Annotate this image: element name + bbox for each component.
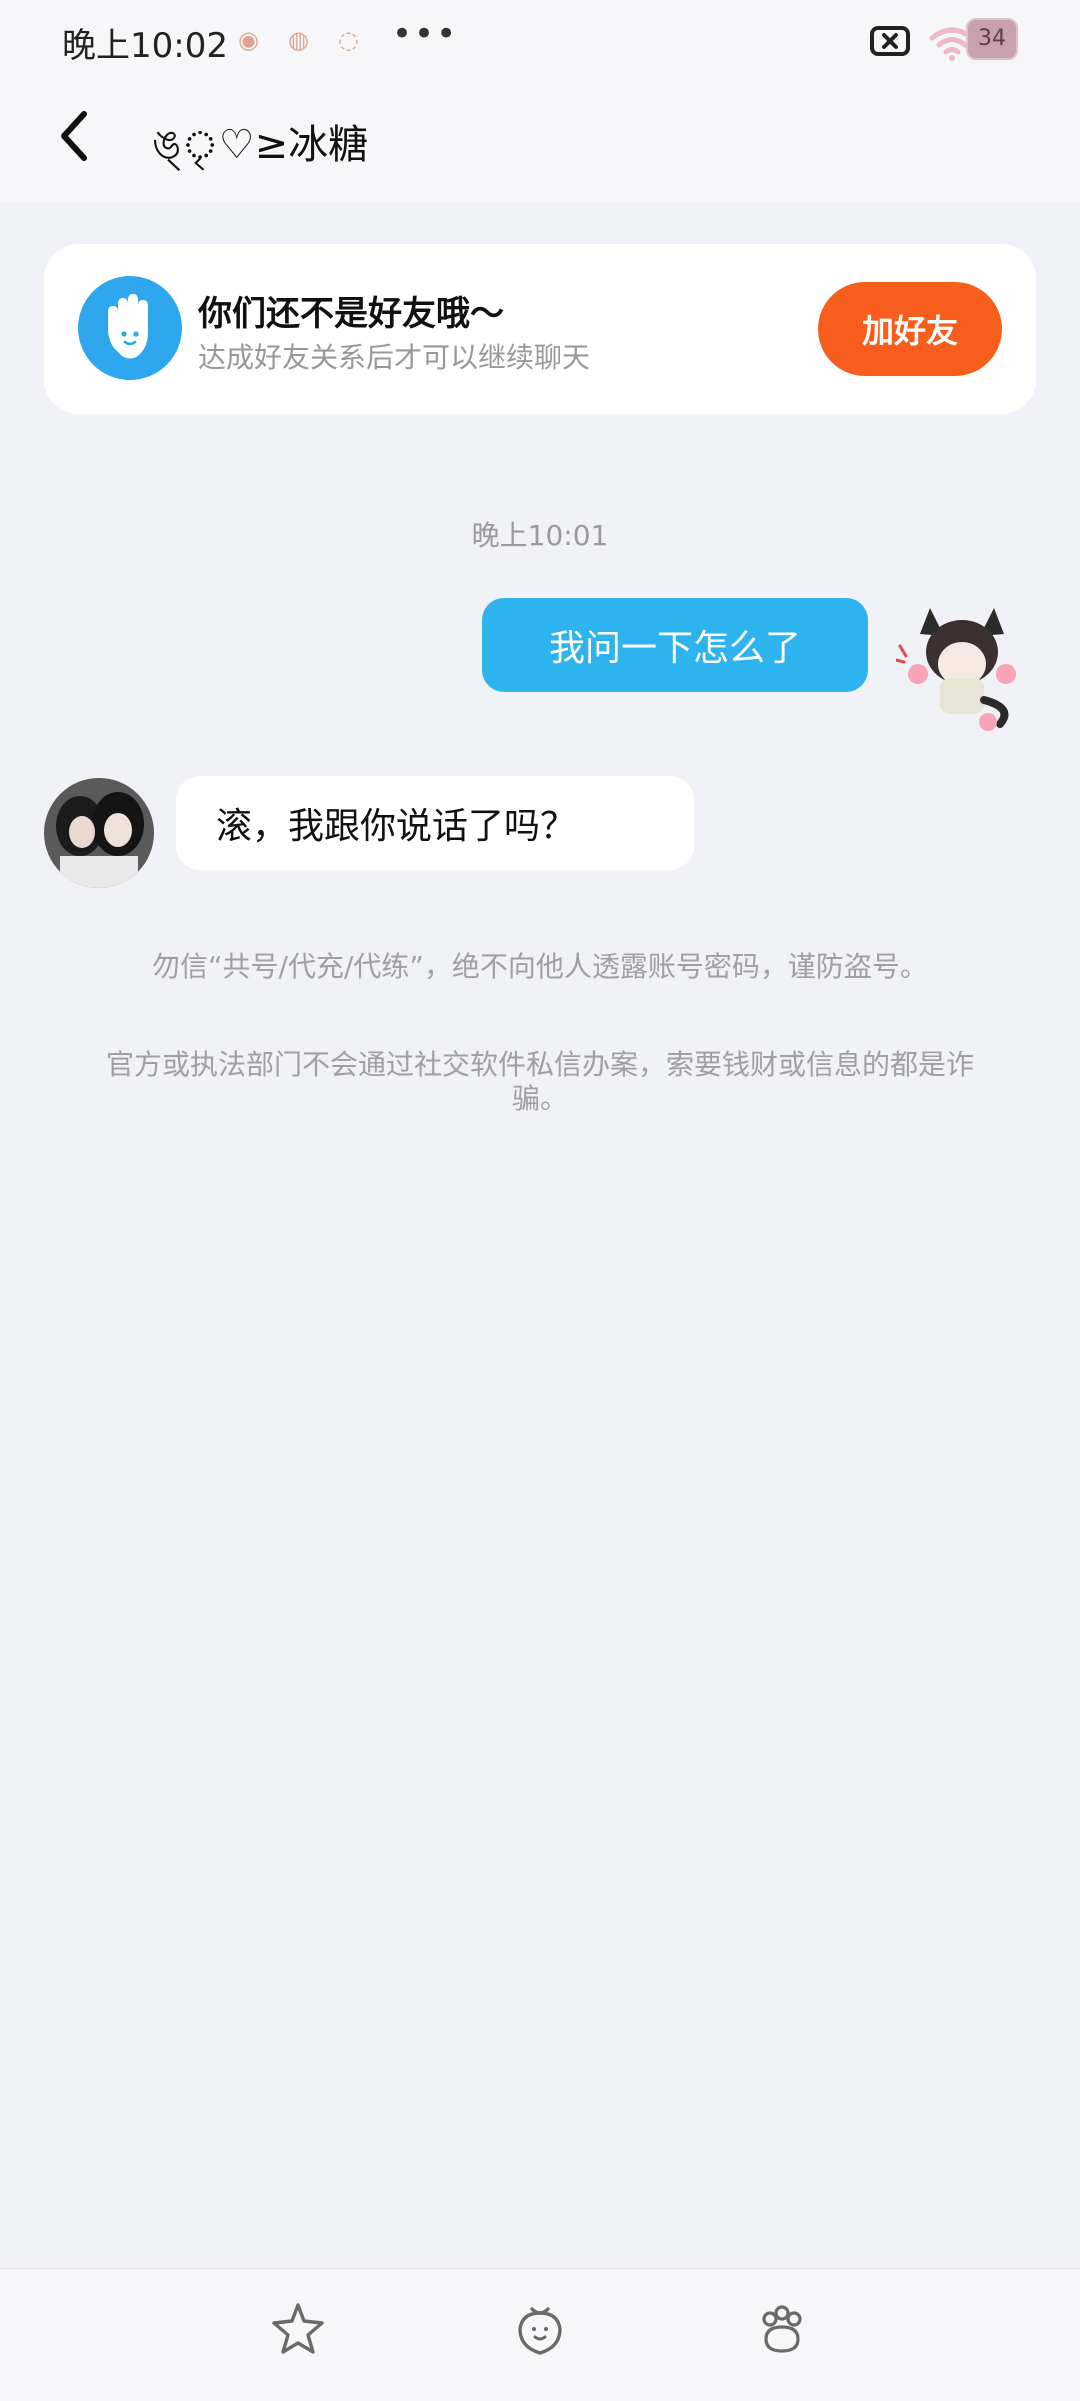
- strawberry-icon[interactable]: [510, 2299, 570, 2359]
- chat-area: 你们还不是好友哦～ 达成好友关系后才可以继续聊天 加好友 晚上10:01 我问一…: [0, 202, 1080, 2268]
- status-time: 晚上10:02: [62, 26, 228, 66]
- more-notifications-icon: •••: [392, 14, 459, 54]
- friend-card-title: 你们还不是好友哦～: [198, 294, 504, 334]
- notification-icon: ◍: [288, 26, 309, 54]
- friend-card-subtitle: 达成好友关系后才可以继续聊天: [198, 341, 591, 374]
- outgoing-message[interactable]: 我问一下怎么了: [482, 598, 868, 692]
- add-friend-button[interactable]: 加好友: [818, 282, 1002, 376]
- back-arrow-icon[interactable]: [54, 108, 94, 164]
- status-bar: 晚上10:02 ◉ ◍ ◌ ••• 34: [0, 0, 1080, 78]
- chat-header: ঙ্ৃ♡≥冰糖: [0, 78, 1080, 202]
- avatar-self[interactable]: [894, 596, 1028, 736]
- no-sim-icon: [870, 26, 910, 56]
- avatar-peer[interactable]: [44, 778, 154, 888]
- paw-icon[interactable]: [752, 2299, 812, 2359]
- security-notice: 勿信“共号/代充/代练”，绝不向他人透露账号密码，谨防盗号。: [152, 950, 928, 983]
- star-icon[interactable]: [268, 2299, 328, 2359]
- hand-icon: [78, 276, 182, 380]
- friend-request-card: 你们还不是好友哦～ 达成好友关系后才可以继续聊天 加好友: [44, 244, 1036, 414]
- notification-icon: ◉: [238, 26, 259, 54]
- chat-title: ঙ্ৃ♡≥冰糖: [152, 122, 369, 168]
- battery-level: 34: [978, 26, 1006, 51]
- incoming-message[interactable]: 滚，我跟你说话了吗？: [176, 776, 694, 870]
- security-notice: 官方或执法部门不会通过社交软件私信办案，索要钱财或信息的都是诈骗。: [105, 1048, 974, 1115]
- message-timestamp: 晚上10:01: [471, 519, 609, 552]
- notification-icon: ◌: [338, 26, 359, 54]
- battery-icon: 34: [966, 18, 1018, 60]
- bottom-toolbar: [0, 2268, 1080, 2401]
